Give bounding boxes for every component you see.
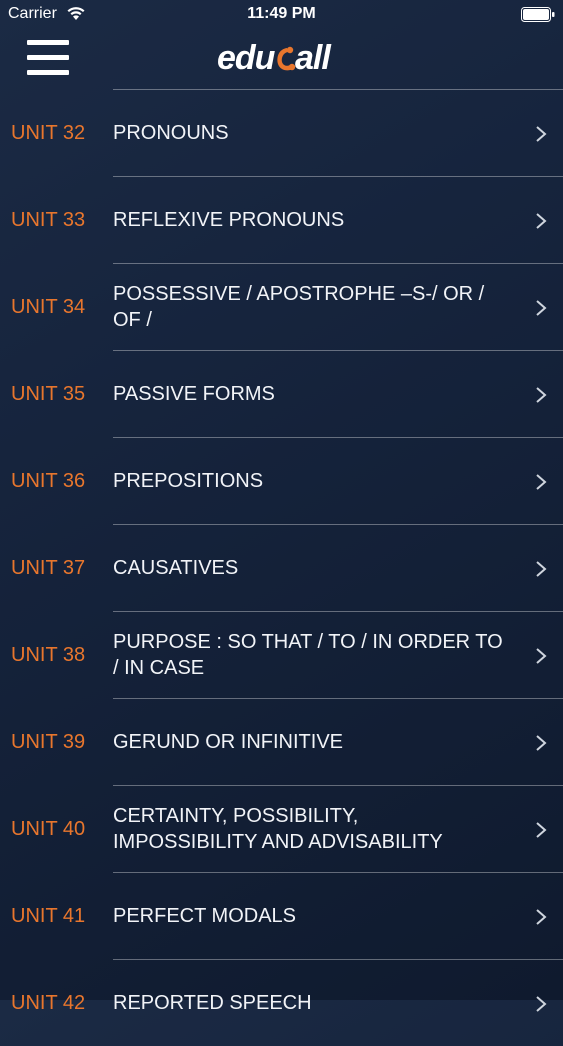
chevron-right-icon xyxy=(536,735,547,751)
unit-number: UNIT 41 xyxy=(11,904,86,927)
unit-number: UNIT 38 xyxy=(11,643,86,666)
unit-list: UNIT 32 PRONOUNS UNIT 33 REFLEXIVE PRONO… xyxy=(0,89,563,1046)
unit-title: PURPOSE : SO THAT / TO / IN ORDER TO / I… xyxy=(113,631,503,679)
unit-title: PREPOSITIONS xyxy=(113,470,264,492)
list-item-unit-32[interactable]: UNIT 32 PRONOUNS xyxy=(11,89,563,176)
unit-number: UNIT 42 xyxy=(11,991,86,1014)
unit-title: REFLEXIVE PRONOUNS xyxy=(113,209,345,231)
chevron-right-icon xyxy=(536,909,547,925)
chevron-right-icon xyxy=(536,561,547,577)
unit-number: UNIT 36 xyxy=(11,469,86,492)
battery-icon xyxy=(521,7,555,22)
unit-title: GERUND OR INFINITIVE xyxy=(113,731,344,753)
unit-title: POSSESSIVE / APOSTROPHE –S-/ OR / OF / xyxy=(113,283,485,331)
chevron-right-icon xyxy=(536,126,547,142)
unit-title: CAUSATIVES xyxy=(113,557,239,579)
unit-title: PRONOUNS xyxy=(113,122,229,144)
chevron-right-icon xyxy=(536,474,547,490)
unit-number: UNIT 39 xyxy=(11,730,86,753)
list-item-unit-36[interactable]: UNIT 36 PREPOSITIONS xyxy=(11,437,563,524)
educall-logo: edu all xyxy=(217,39,333,77)
list-item-unit-35[interactable]: UNIT 35 PASSIVE FORMS xyxy=(11,350,563,437)
unit-number: UNIT 34 xyxy=(11,295,86,318)
nav-bar: edu all xyxy=(0,30,563,90)
svg-text:all: all xyxy=(295,39,332,77)
list-item-unit-33[interactable]: UNIT 33 REFLEXIVE PRONOUNS xyxy=(11,176,563,263)
list-item-unit-38[interactable]: UNIT 38 PURPOSE : SO THAT / TO / IN ORDE… xyxy=(11,611,563,698)
unit-number: UNIT 40 xyxy=(11,817,86,840)
unit-number: UNIT 33 xyxy=(11,208,86,231)
chevron-right-icon xyxy=(536,300,547,316)
list-item-unit-42[interactable]: UNIT 42 REPORTED SPEECH xyxy=(11,959,563,1046)
list-item-unit-34[interactable]: UNIT 34 POSSESSIVE / APOSTROPHE –S-/ OR … xyxy=(11,263,563,350)
unit-title: CERTAINTY, POSSIBILITY, IMPOSSIBILITY AN… xyxy=(113,805,443,853)
unit-number: UNIT 32 xyxy=(11,121,86,144)
svg-text:edu: edu xyxy=(217,39,276,77)
chevron-right-icon xyxy=(536,213,547,229)
chevron-right-icon xyxy=(536,822,547,838)
list-item-unit-39[interactable]: UNIT 39 GERUND OR INFINITIVE xyxy=(11,698,563,785)
hamburger-menu-icon[interactable] xyxy=(27,40,69,78)
list-item-unit-40[interactable]: UNIT 40 CERTAINTY, POSSIBILITY, IMPOSSIB… xyxy=(11,785,563,872)
unit-title: REPORTED SPEECH xyxy=(113,992,312,1014)
list-item-unit-41[interactable]: UNIT 41 PERFECT MODALS xyxy=(11,872,563,959)
unit-number: UNIT 37 xyxy=(11,556,86,579)
chevron-right-icon xyxy=(536,996,547,1012)
unit-title: PASSIVE FORMS xyxy=(113,383,275,405)
unit-title: PERFECT MODALS xyxy=(113,905,296,927)
status-time: 11:49 PM xyxy=(247,5,316,22)
status-bar: Carrier 11:49 PM xyxy=(0,0,563,30)
chevron-right-icon xyxy=(536,387,547,403)
unit-number: UNIT 35 xyxy=(11,382,86,405)
list-item-unit-37[interactable]: UNIT 37 CAUSATIVES xyxy=(11,524,563,611)
chevron-right-icon xyxy=(536,648,547,664)
